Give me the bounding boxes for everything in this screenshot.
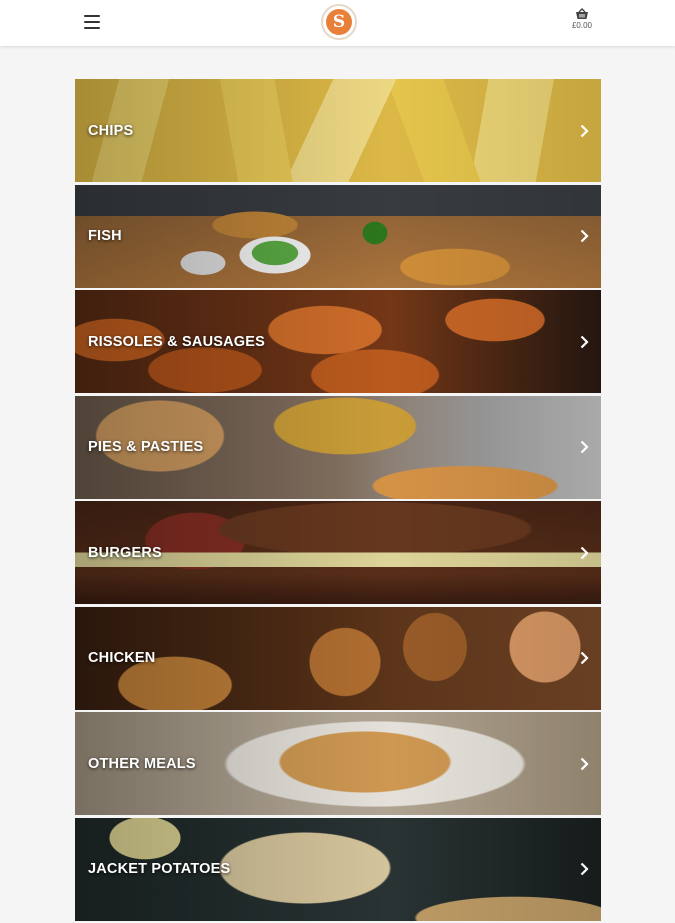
category-rissoles-sausages[interactable]: RISSOLES & SAUSAGES bbox=[75, 290, 601, 393]
chevron-right-icon bbox=[580, 440, 589, 454]
category-burgers[interactable]: BURGERS bbox=[75, 501, 601, 604]
category-label: OTHER MEALS bbox=[88, 755, 196, 772]
chevron-right-icon bbox=[580, 862, 589, 876]
category-label: PIES & PASTIES bbox=[88, 439, 204, 455]
category-label: BURGERS bbox=[88, 544, 162, 561]
category-fish[interactable]: FISH bbox=[75, 184, 601, 288]
category-pies-pasties[interactable]: PIES & PASTIES bbox=[75, 395, 601, 499]
basket-total: £0.00 bbox=[571, 21, 593, 30]
hamburger-menu-icon[interactable] bbox=[84, 15, 100, 31]
chevron-right-icon bbox=[580, 335, 589, 348]
category-jacket-potatoes[interactable]: JACKET POTATOES bbox=[75, 817, 601, 921]
chevron-right-icon bbox=[580, 546, 589, 559]
category-label: JACKET POTATOES bbox=[88, 861, 231, 877]
category-label: FISH bbox=[88, 228, 122, 244]
category-list: CHIPS FISH RISSOLES & SAUSAGES PIES & PA… bbox=[75, 79, 601, 923]
app-header: S £0.00 bbox=[0, 0, 675, 46]
basket-button[interactable]: £0.00 bbox=[566, 8, 598, 40]
logo-letter: S bbox=[326, 9, 352, 35]
category-label: CHICKEN bbox=[88, 650, 156, 666]
category-label: RISSOLES & SAUSAGES bbox=[88, 333, 266, 350]
basket-icon bbox=[576, 8, 588, 19]
category-chips[interactable]: CHIPS bbox=[75, 79, 601, 182]
chevron-right-icon bbox=[580, 229, 589, 243]
shop-logo[interactable]: S bbox=[321, 4, 357, 40]
chevron-right-icon bbox=[580, 757, 589, 770]
chevron-right-icon bbox=[580, 124, 589, 137]
category-label: CHIPS bbox=[88, 122, 134, 139]
category-other-meals[interactable]: OTHER MEALS bbox=[75, 712, 601, 815]
chevron-right-icon bbox=[580, 651, 589, 665]
category-chicken[interactable]: CHICKEN bbox=[75, 606, 601, 710]
